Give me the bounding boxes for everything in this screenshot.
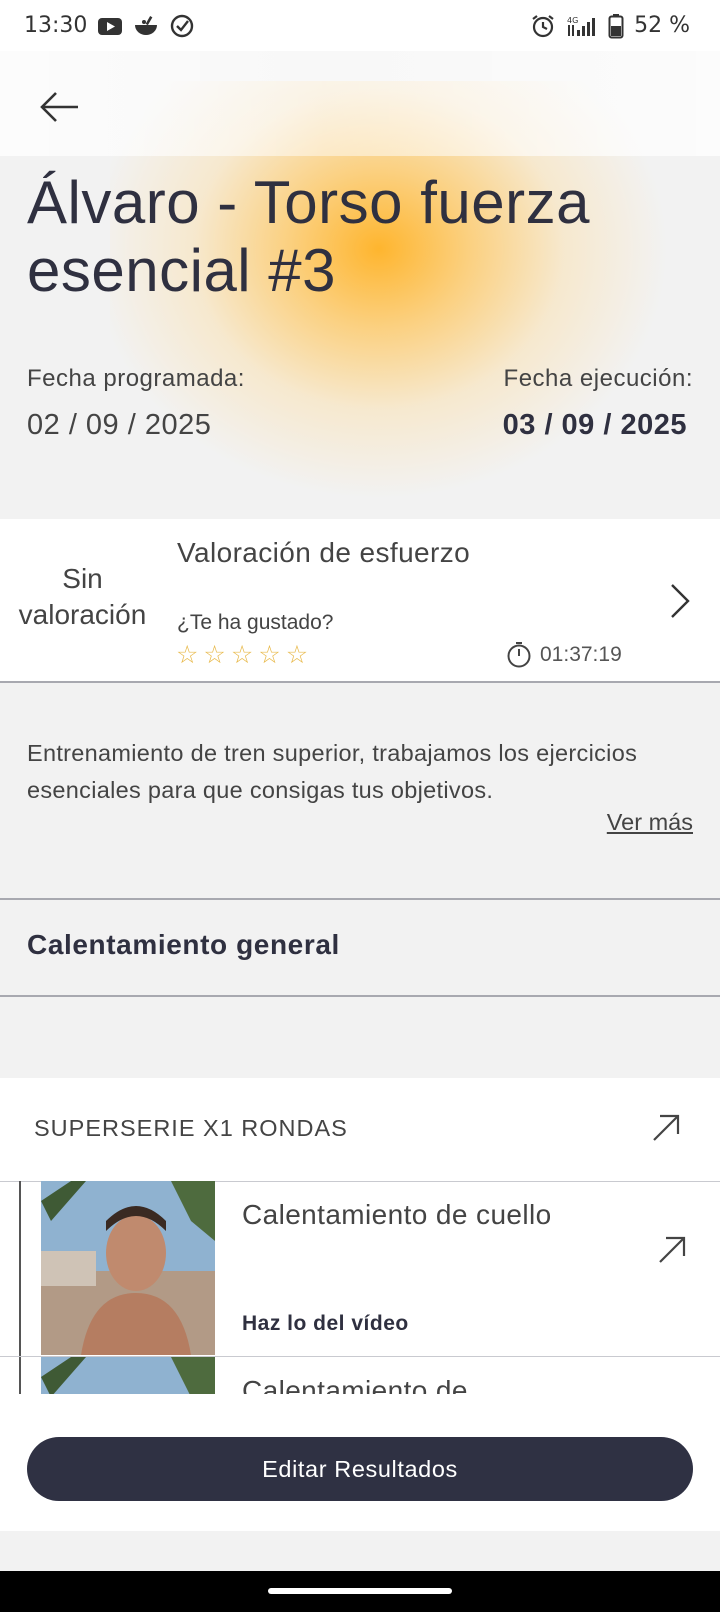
back-arrow-icon[interactable] [34, 82, 84, 132]
section-title[interactable]: Calentamiento general [27, 929, 340, 961]
system-navigation-bar [0, 1571, 720, 1612]
exercise-thumbnail[interactable] [41, 1181, 215, 1355]
superseries-label: SUPERSERIE X1 RONDAS [34, 1115, 348, 1141]
exercise-video-thumbnail [41, 1357, 215, 1394]
star-icon[interactable]: ☆ [203, 641, 225, 669]
open-arrow-icon[interactable] [649, 1111, 683, 1145]
page-title: Álvaro - Torso fuerza esencial #3 [27, 169, 590, 304]
effort-rating-title: Valoración de esfuerzo [177, 537, 471, 568]
alarm-icon [532, 14, 554, 37]
executed-date-label: Fecha ejecución: [503, 365, 693, 392]
scheduled-date-label: Fecha programada: [27, 365, 245, 392]
superseries-rail [19, 1357, 21, 1394]
star-icon[interactable]: ☆ [258, 641, 280, 669]
youtube-icon [98, 17, 123, 35]
signal-icon: 4G [567, 16, 596, 36]
chevron-right-icon[interactable] [664, 581, 694, 621]
exercise-row[interactable]: Calentamiento de cuello Haz lo del vídeo [0, 1181, 720, 1357]
see-more-link[interactable]: Ver más [607, 809, 693, 836]
superseries-rail [19, 1181, 21, 1356]
exercise-name: Calentamiento de cuello [242, 1199, 552, 1230]
exercise-row[interactable]: Calentamiento de [0, 1357, 720, 1394]
exercise-thumbnail[interactable] [41, 1357, 215, 1394]
open-arrow-icon[interactable] [655, 1233, 689, 1267]
exercise-hint: Haz lo del vídeo [242, 1312, 409, 1335]
status-left: 13:30 [24, 13, 195, 39]
workout-duration: 01:37:19 [506, 641, 622, 669]
app-bar [0, 51, 720, 156]
exercise-name: Calentamiento de [242, 1375, 468, 1394]
network-type-label: 4G [567, 16, 578, 25]
duration-value: 01:37:19 [540, 643, 622, 666]
status-bar: 13:30 4G 52 % [0, 0, 720, 51]
divider [0, 898, 720, 900]
scheduled-date: 02 / 09 / 2025 [27, 409, 212, 441]
star-icon[interactable]: ☆ [231, 641, 253, 669]
liked-question: ¿Te ha gustado? [177, 611, 334, 634]
superseries-card: SUPERSERIE X1 RONDAS Calentamiento de cu… [0, 1078, 720, 1394]
star-icon[interactable]: ☆ [176, 641, 198, 669]
workout-header: Álvaro - Torso fuerza esencial #3 Fecha … [0, 51, 720, 519]
exercise-video-thumbnail [41, 1181, 215, 1355]
effort-rating-card[interactable]: Sin valoración Valoración de esfuerzo ¿T… [0, 519, 720, 683]
bowl-icon [135, 15, 158, 35]
workout-description: Entrenamiento de tren superior, trabajam… [27, 740, 638, 803]
battery-icon [608, 13, 624, 38]
status-time: 13:30 [24, 13, 88, 38]
check-circle-icon [171, 14, 194, 37]
superseries-header[interactable]: SUPERSERIE X1 RONDAS [0, 1078, 720, 1182]
stopwatch-icon [507, 642, 531, 668]
no-rating-label: Sin valoración [18, 563, 147, 630]
battery-level: 52 % [634, 13, 690, 38]
star-icon[interactable]: ☆ [286, 641, 308, 669]
divider [0, 995, 720, 997]
status-right: 4G 52 % [530, 13, 690, 39]
home-indicator[interactable] [268, 1588, 452, 1594]
edit-results-button[interactable]: Editar Resultados [27, 1437, 693, 1501]
star-rating[interactable]: ☆ ☆ ☆ ☆ ☆ [176, 641, 308, 669]
executed-date: 03 / 09 / 2025 [502, 409, 687, 441]
bottom-action-bar: Editar Resultados [0, 1394, 720, 1531]
